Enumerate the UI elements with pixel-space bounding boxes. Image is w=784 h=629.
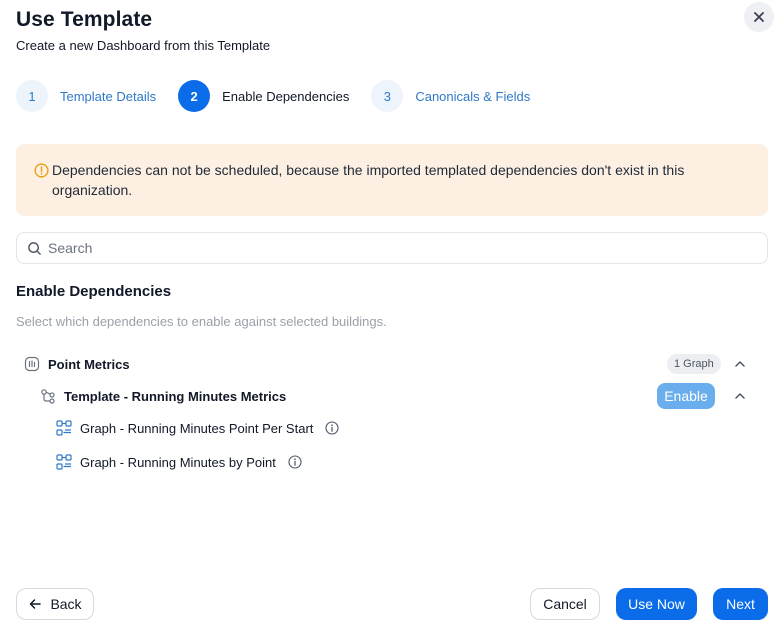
graph-icon [56, 420, 72, 436]
warning-alert: Dependencies can not be scheduled, becau… [16, 144, 768, 216]
close-icon [754, 12, 764, 22]
back-button[interactable]: Back [16, 588, 94, 620]
alert-circle-icon [34, 163, 49, 178]
dependency-group-row[interactable]: Point Metrics 1 Graph [24, 354, 752, 374]
template-row[interactable]: Template - Running Minutes Metrics Enabl… [40, 383, 752, 409]
step-number: 2 [178, 80, 211, 112]
step-label: Enable Dependencies [222, 88, 350, 104]
search-box[interactable] [16, 232, 768, 264]
graph-icon [56, 454, 72, 470]
chart-bars-icon [24, 356, 40, 372]
step-label: Canonicals & Fields [415, 88, 531, 104]
next-button[interactable]: Next [713, 588, 768, 620]
template-label: Template - Running Minutes Metrics [64, 388, 287, 404]
enable-button[interactable]: Enable [657, 383, 715, 409]
stepper: 1 Template Details 2 Enable Dependencies… [16, 80, 552, 112]
chevron-up-icon[interactable] [733, 357, 747, 371]
search-icon [28, 241, 41, 255]
cancel-button[interactable]: Cancel [530, 588, 600, 620]
modal-subtitle: Create a new Dashboard from this Templat… [16, 38, 271, 53]
step-number: 3 [371, 80, 404, 112]
step-number: 1 [16, 80, 48, 112]
step-label: Template Details [60, 88, 157, 104]
dependency-nodes-icon [41, 389, 55, 404]
step-enable-dependencies[interactable]: 2 Enable Dependencies [178, 80, 349, 112]
modal-title: Use Template [16, 8, 153, 31]
graph-row: Graph - Running Minutes by Point [56, 452, 302, 472]
group-label: Point Metrics [48, 356, 130, 372]
use-now-button[interactable]: Use Now [616, 588, 697, 620]
alert-message: Dependencies can not be scheduled, becau… [52, 162, 685, 198]
close-button[interactable] [744, 2, 774, 32]
step-template-details[interactable]: 1 Template Details [16, 80, 156, 112]
back-label: Back [50, 596, 82, 612]
info-icon[interactable] [325, 421, 339, 435]
step-canonicals-fields[interactable]: 3 Canonicals & Fields [371, 80, 530, 112]
graph-label: Graph - Running Minutes by Point [80, 454, 276, 470]
section-description: Select which dependencies to enable agai… [16, 314, 387, 329]
graph-row: Graph - Running Minutes Point Per Start [56, 418, 339, 438]
chevron-up-icon[interactable] [733, 389, 747, 403]
search-input[interactable] [48, 240, 728, 256]
info-icon[interactable] [288, 455, 302, 469]
graph-count-badge: 1 Graph [667, 354, 721, 374]
graph-label: Graph - Running Minutes Point Per Start [80, 420, 314, 436]
arrow-left-icon [30, 599, 42, 609]
section-title: Enable Dependencies [16, 283, 172, 300]
